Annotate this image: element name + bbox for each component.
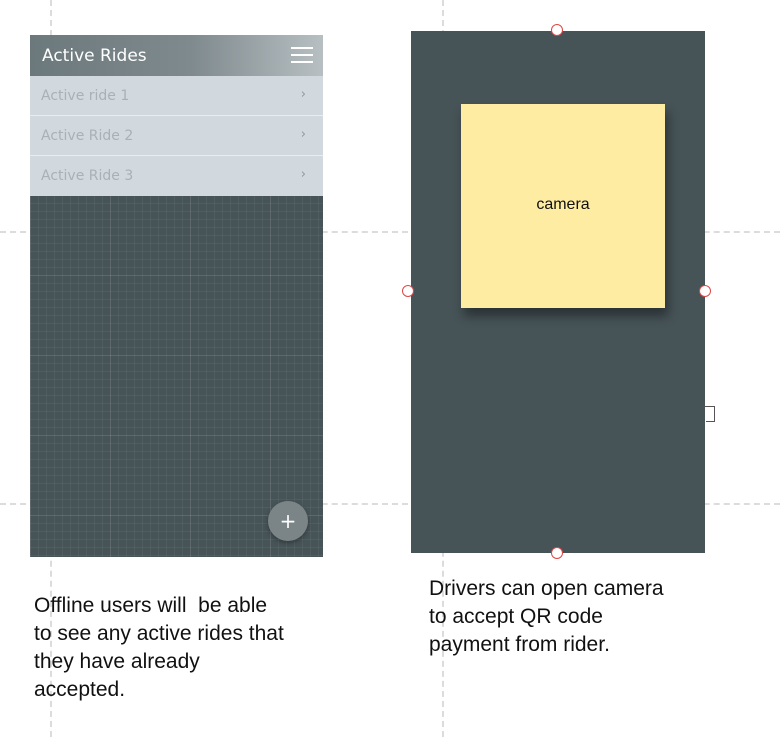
resize-handle-left[interactable] [402,285,414,297]
app-bar: Active Rides [30,35,323,76]
list-item-label: Active Ride 3 [41,168,134,184]
add-button[interactable]: + [268,501,308,541]
hamburger-menu-icon[interactable] [291,47,313,65]
text-cursor-icon [703,406,715,422]
resize-handle-right[interactable] [699,285,711,297]
caption-offline-users: Offline users will be able to see any ac… [34,594,284,701]
list-item-active-ride-3[interactable]: Active Ride 3 › [30,156,323,196]
list-item-label: Active ride 1 [41,88,130,104]
list-item-active-ride-2[interactable]: Active Ride 2 › [30,116,323,156]
list-item-label: Active Ride 2 [41,128,134,144]
chevron-right-icon: › [300,127,306,142]
chevron-right-icon: › [300,167,306,182]
active-rides-list: Active ride 1 › Active Ride 2 › Active R… [30,76,323,196]
resize-handle-top[interactable] [551,24,563,36]
list-item-active-ride-1[interactable]: Active ride 1 › [30,76,323,116]
app-bar-title: Active Rides [42,46,147,66]
camera-sticky-note[interactable]: camera [461,104,665,308]
resize-handle-bottom[interactable] [551,547,563,559]
chevron-right-icon: › [300,87,306,102]
camera-screen-mockup[interactable]: camera [411,31,705,553]
active-rides-screen-mockup[interactable]: Active Rides Active ride 1 › Active Ride… [30,35,323,557]
camera-label: camera [536,196,590,213]
caption-drivers-camera: Drivers can open camera to accept QR cod… [429,577,664,656]
